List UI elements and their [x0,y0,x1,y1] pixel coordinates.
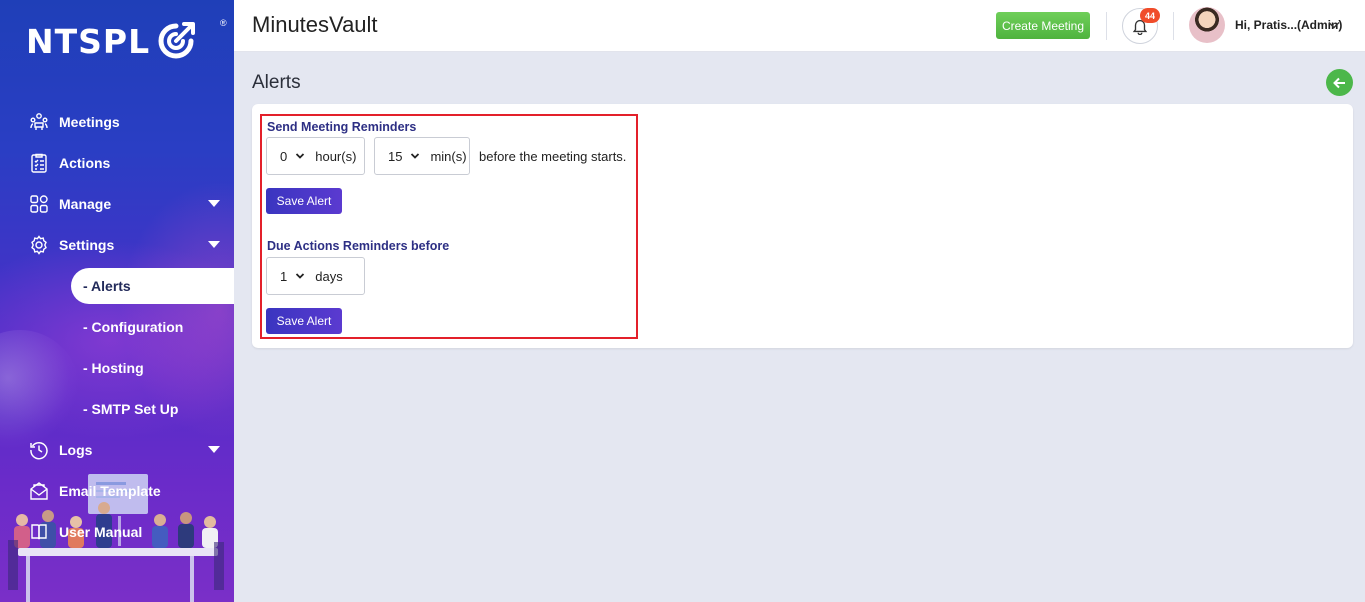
sidebar-item-label: Actions [59,154,111,171]
sidebar-item-meetings[interactable]: Meetings [0,101,234,142]
page-title: Alerts [252,72,301,93]
days-select[interactable]: 1 days [266,257,365,295]
chevron-down-icon [208,241,220,248]
sidebar-item-label: Settings [59,236,115,253]
sidebar-item-label: User Manual [59,523,143,540]
sidebar-item-user-manual[interactable]: User Manual [0,511,234,552]
back-button[interactable] [1326,69,1353,96]
chevron-down-icon [208,200,220,207]
days-unit: days [315,268,343,284]
sidebar-subitem-hosting[interactable]: - Hosting [71,350,234,386]
minutes-value: 15 [388,148,403,164]
sidebar-item-settings[interactable]: Settings [0,224,234,265]
sidebar-subitem-smtp[interactable]: - SMTP Set Up [71,391,234,427]
minutes-select[interactable]: 15 min(s) [374,137,470,175]
apps-icon [29,194,49,214]
meeting-reminders-label: Send Meeting Reminders [267,120,417,134]
app-title: MinutesVault [252,12,378,37]
sidebar-subitem-label: - Configuration [83,319,184,335]
action-reminders-label: Due Actions Reminders before [267,239,450,253]
sidebar-item-email-template[interactable]: Email Template [0,470,234,511]
logo-arrow-icon [156,21,196,61]
history-icon [29,440,49,460]
notification-badge: 44 [1140,8,1160,23]
days-value: 1 [280,268,288,284]
sidebar-item-manage[interactable]: Manage [0,183,234,224]
sidebar: NTSPL ® Meetings Actions Manage Settings… [0,0,234,602]
create-meeting-button[interactable]: Create Meeting [996,12,1090,39]
chevron-down-icon [296,273,305,279]
sidebar-subitem-label: - Alerts [83,278,131,294]
hours-select[interactable]: 0 hour(s) [266,137,365,175]
envelope-icon [29,481,49,501]
sidebar-item-actions[interactable]: Actions [0,142,234,183]
minutes-unit: min(s) [430,148,467,164]
sidebar-subitem-configuration[interactable]: - Configuration [71,309,234,345]
avatar[interactable] [1189,7,1225,43]
save-meeting-alert-button[interactable]: Save Alert [266,188,342,214]
chevron-down-icon [411,153,420,159]
sidebar-subitem-label: - SMTP Set Up [83,401,179,417]
save-action-alert-button[interactable]: Save Alert [266,308,342,334]
chevron-down-icon [208,446,220,453]
arrow-left-icon [1332,77,1345,88]
meetings-icon [29,112,49,132]
logo-text: NTSPL [26,21,151,61]
sidebar-item-label: Meetings [59,113,120,130]
registered-mark: ® [220,18,227,28]
sidebar-item-label: Manage [59,195,112,212]
header-divider [1106,12,1107,40]
reminder-suffix-text: before the meeting starts. [479,149,627,164]
book-icon [29,522,49,542]
sidebar-item-logs[interactable]: Logs [0,429,234,470]
header-divider [1173,12,1174,40]
chevron-down-icon [296,153,305,159]
sidebar-subitem-label: - Hosting [83,360,144,376]
sidebar-item-label: Logs [59,441,93,458]
checklist-icon [29,153,49,173]
top-header: MinutesVault Create Meeting 44 Hi, Prati… [234,0,1365,52]
chevron-down-icon[interactable] [1327,18,1341,32]
sidebar-item-label: Email Template [59,482,161,499]
hours-value: 0 [280,148,288,164]
gear-icon [29,234,49,255]
hours-unit: hour(s) [315,148,357,164]
brand-logo[interactable]: NTSPL ® [26,18,227,62]
sidebar-subitem-alerts[interactable]: - Alerts [71,268,234,304]
